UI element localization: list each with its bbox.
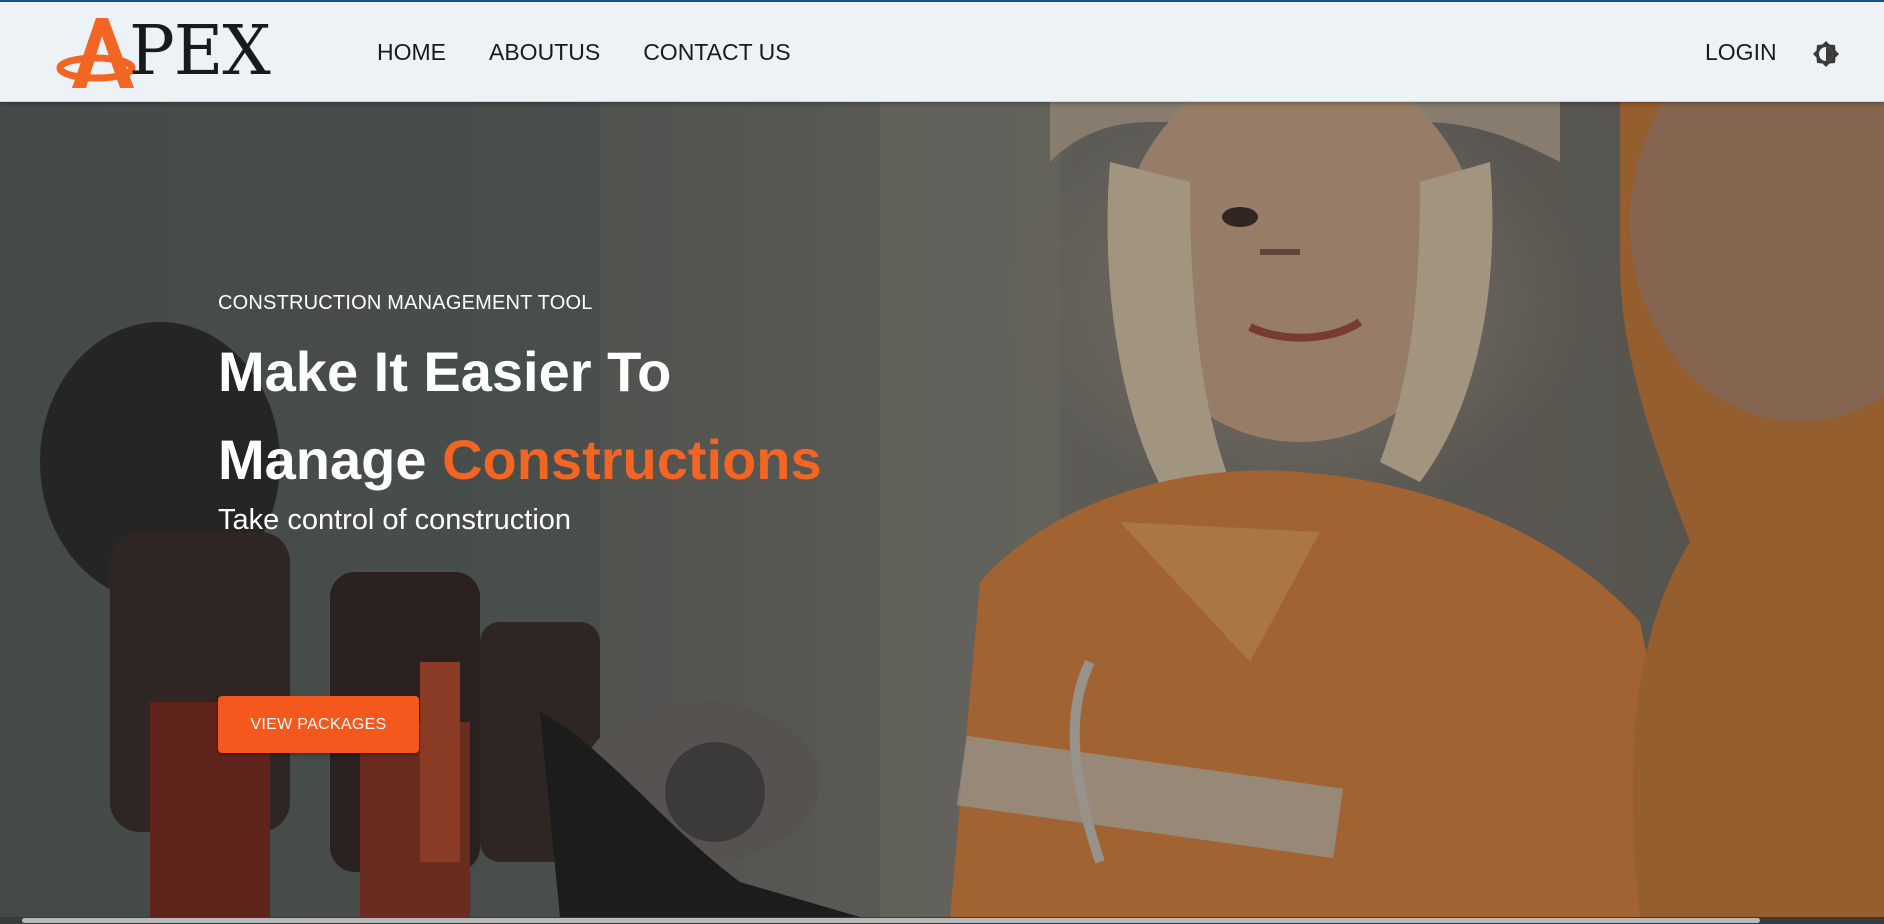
horizontal-scrollbar[interactable] (0, 917, 1884, 924)
logo-a-icon: A (56, 18, 136, 88)
hero-eyebrow: CONSTRUCTION MANAGEMENT TOOL (218, 292, 593, 314)
hero-subheading: Take control of construction (218, 504, 572, 536)
nav-contact-us[interactable]: CONTACT US (643, 38, 790, 66)
site-header: A PEX HOME ABOUTUS CONTACT US LOGIN (0, 2, 1884, 102)
scrollbar-thumb[interactable] (22, 918, 1760, 923)
logo-wordmark: PEX (129, 12, 271, 91)
headline-accent: Constructions (442, 428, 822, 491)
theme-toggle-icon[interactable] (1812, 40, 1840, 68)
headline-line-1: Make It Easier To (218, 340, 672, 403)
headline-line-2-prefix: Manage (218, 428, 443, 491)
nav-about-us[interactable]: ABOUTUS (489, 38, 600, 66)
main-nav: HOME ABOUTUS CONTACT US (377, 38, 834, 66)
login-link[interactable]: LOGIN (1705, 38, 1777, 66)
apex-logo[interactable]: A PEX (56, 16, 271, 92)
hero-section: CONSTRUCTION MANAGEMENT TOOL Make It Eas… (0, 102, 1884, 917)
hero-headline: Make It Easier To Manage Constructions (218, 328, 822, 504)
view-packages-button[interactable]: VIEW PACKAGES (218, 696, 419, 753)
hero-content: CONSTRUCTION MANAGEMENT TOOL Make It Eas… (218, 290, 822, 753)
nav-home[interactable]: HOME (377, 38, 446, 66)
